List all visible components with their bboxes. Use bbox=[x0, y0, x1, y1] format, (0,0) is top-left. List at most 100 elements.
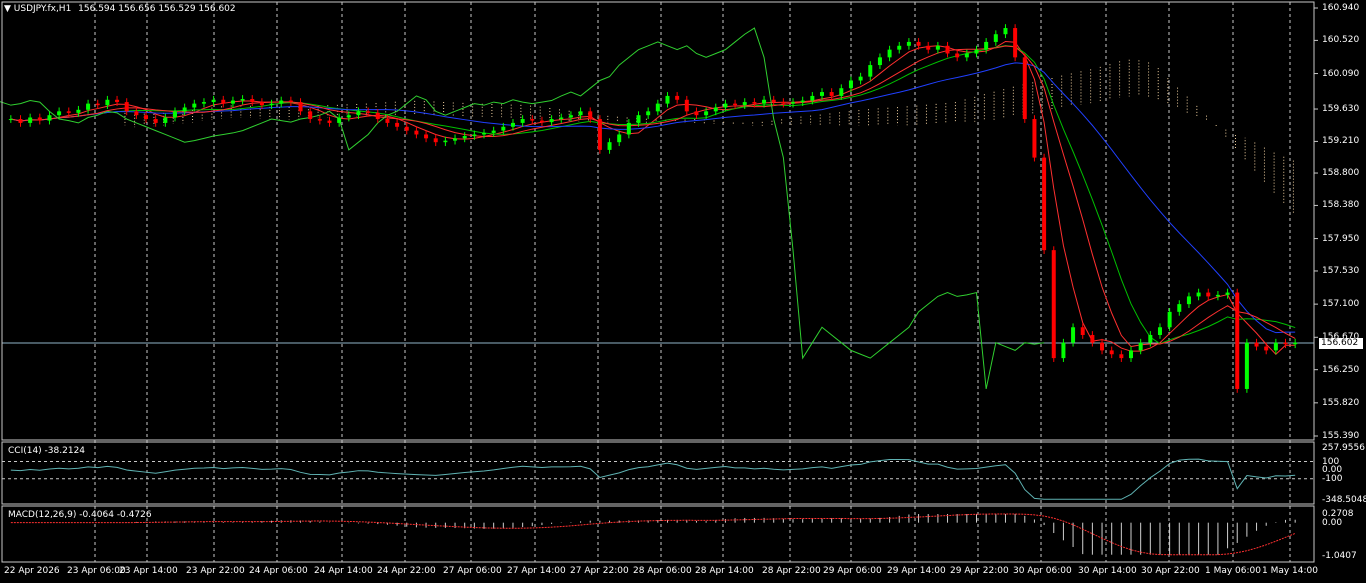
candle-body bbox=[1235, 292, 1240, 389]
candle-body bbox=[308, 111, 313, 120]
candle-body bbox=[713, 107, 718, 112]
candle-body bbox=[607, 142, 612, 150]
time-label: 27 Apr 06:00 bbox=[443, 566, 502, 576]
candle-body bbox=[684, 99, 689, 112]
moving-average-line bbox=[10, 45, 1296, 348]
price-label: 157.530 bbox=[1322, 265, 1360, 276]
time-label: 22 Apr 2026 bbox=[4, 566, 60, 576]
chikou-span-line bbox=[0, 27, 1045, 390]
candle-body bbox=[839, 88, 844, 96]
candle-body bbox=[868, 65, 873, 77]
candle-body bbox=[163, 117, 168, 123]
candle-body bbox=[66, 111, 71, 113]
time-label: 24 Apr 14:00 bbox=[314, 566, 373, 576]
candle-body bbox=[501, 126, 506, 131]
candle-body bbox=[1148, 334, 1153, 343]
time-label: 29 Apr 06:00 bbox=[823, 566, 882, 576]
candle-body bbox=[626, 122, 631, 135]
candle-body bbox=[37, 117, 42, 121]
candle-body bbox=[95, 103, 100, 106]
candle-body bbox=[510, 122, 515, 127]
moving-average-line bbox=[10, 45, 1296, 345]
candle-body bbox=[723, 103, 728, 108]
candle-body bbox=[646, 111, 651, 116]
candle-body bbox=[675, 95, 680, 100]
triangle-down-icon[interactable]: ▼ bbox=[4, 4, 11, 14]
time-label: 23 Apr 14:00 bbox=[119, 566, 178, 576]
candle-body bbox=[356, 111, 361, 116]
candle-body bbox=[993, 34, 998, 42]
candle-body bbox=[1071, 327, 1076, 343]
candle-body bbox=[375, 112, 380, 120]
time-label: 24 Apr 22:00 bbox=[377, 566, 436, 576]
candle-body bbox=[8, 119, 13, 121]
candle-body bbox=[1167, 311, 1172, 328]
candle-body bbox=[800, 100, 805, 103]
candle-body bbox=[559, 117, 564, 120]
time-label: 1 May 14:00 bbox=[1262, 566, 1318, 576]
candle-body bbox=[414, 130, 419, 135]
candle-body bbox=[1100, 342, 1105, 351]
time-label: 29 Apr 22:00 bbox=[950, 566, 1009, 576]
candle-body bbox=[887, 49, 892, 58]
macd-panel bbox=[10, 513, 1296, 556]
macd-scale-label: 0.00 bbox=[1322, 517, 1343, 528]
candle-body bbox=[964, 53, 969, 58]
candle-body bbox=[144, 115, 149, 120]
price-label: 159.210 bbox=[1322, 136, 1360, 147]
candle-body bbox=[1090, 334, 1095, 343]
candle-body bbox=[1022, 57, 1027, 120]
candle-body bbox=[395, 122, 400, 127]
candle-body bbox=[752, 102, 757, 104]
macd-label: MACD(12,26,9) -0.4064 -0.4726 bbox=[8, 510, 152, 520]
time-label: 28 Apr 22:00 bbox=[762, 566, 821, 576]
candle-body bbox=[491, 130, 496, 133]
candle-body bbox=[172, 111, 177, 118]
candle-body bbox=[1109, 350, 1114, 355]
candle-body bbox=[1080, 327, 1085, 335]
candle-body bbox=[549, 119, 554, 123]
candle-body bbox=[346, 115, 351, 118]
cci-line bbox=[10, 458, 1296, 500]
candle-body bbox=[617, 134, 622, 143]
candle-body bbox=[1129, 350, 1134, 359]
candle-body bbox=[298, 102, 303, 112]
panel-frame bbox=[1, 505, 1315, 563]
candle-body bbox=[974, 49, 979, 54]
candle-body bbox=[337, 117, 342, 123]
candle-body bbox=[279, 100, 284, 104]
cci-scale-label: -100 bbox=[1322, 473, 1343, 484]
macd-scale-label: -1.0407 bbox=[1322, 551, 1357, 561]
price-label: 157.950 bbox=[1322, 233, 1360, 244]
candle-body bbox=[385, 119, 390, 123]
time-label: 29 Apr 14:00 bbox=[887, 566, 946, 576]
candle-body bbox=[433, 138, 438, 143]
candle-body bbox=[124, 102, 129, 112]
candle-body bbox=[453, 138, 458, 141]
candle-body bbox=[568, 115, 573, 118]
candle-body bbox=[704, 111, 709, 116]
trading-chart[interactable] bbox=[0, 0, 1366, 583]
panel-frame bbox=[1, 1, 1315, 441]
candle-body bbox=[984, 41, 989, 50]
time-label: 30 Apr 14:00 bbox=[1078, 566, 1137, 576]
candle-body bbox=[86, 103, 91, 110]
candle-body bbox=[57, 111, 62, 116]
candle-body bbox=[945, 45, 950, 54]
candle-body bbox=[105, 99, 110, 106]
time-label: 30 Apr 06:00 bbox=[1013, 566, 1072, 576]
candle-body bbox=[733, 103, 738, 106]
candle-body bbox=[472, 134, 477, 137]
candle-body bbox=[819, 92, 824, 96]
candle-body bbox=[791, 102, 796, 104]
candle-body bbox=[28, 117, 33, 123]
candle-body bbox=[366, 111, 371, 113]
candle-body bbox=[288, 100, 293, 103]
candle-body bbox=[462, 136, 467, 139]
candle-body bbox=[1138, 342, 1143, 351]
candle-body bbox=[781, 102, 786, 104]
candle-body bbox=[1032, 119, 1037, 158]
time-label: 28 Apr 06:00 bbox=[633, 566, 692, 576]
candle-body bbox=[877, 57, 882, 66]
candle-body bbox=[76, 109, 81, 113]
